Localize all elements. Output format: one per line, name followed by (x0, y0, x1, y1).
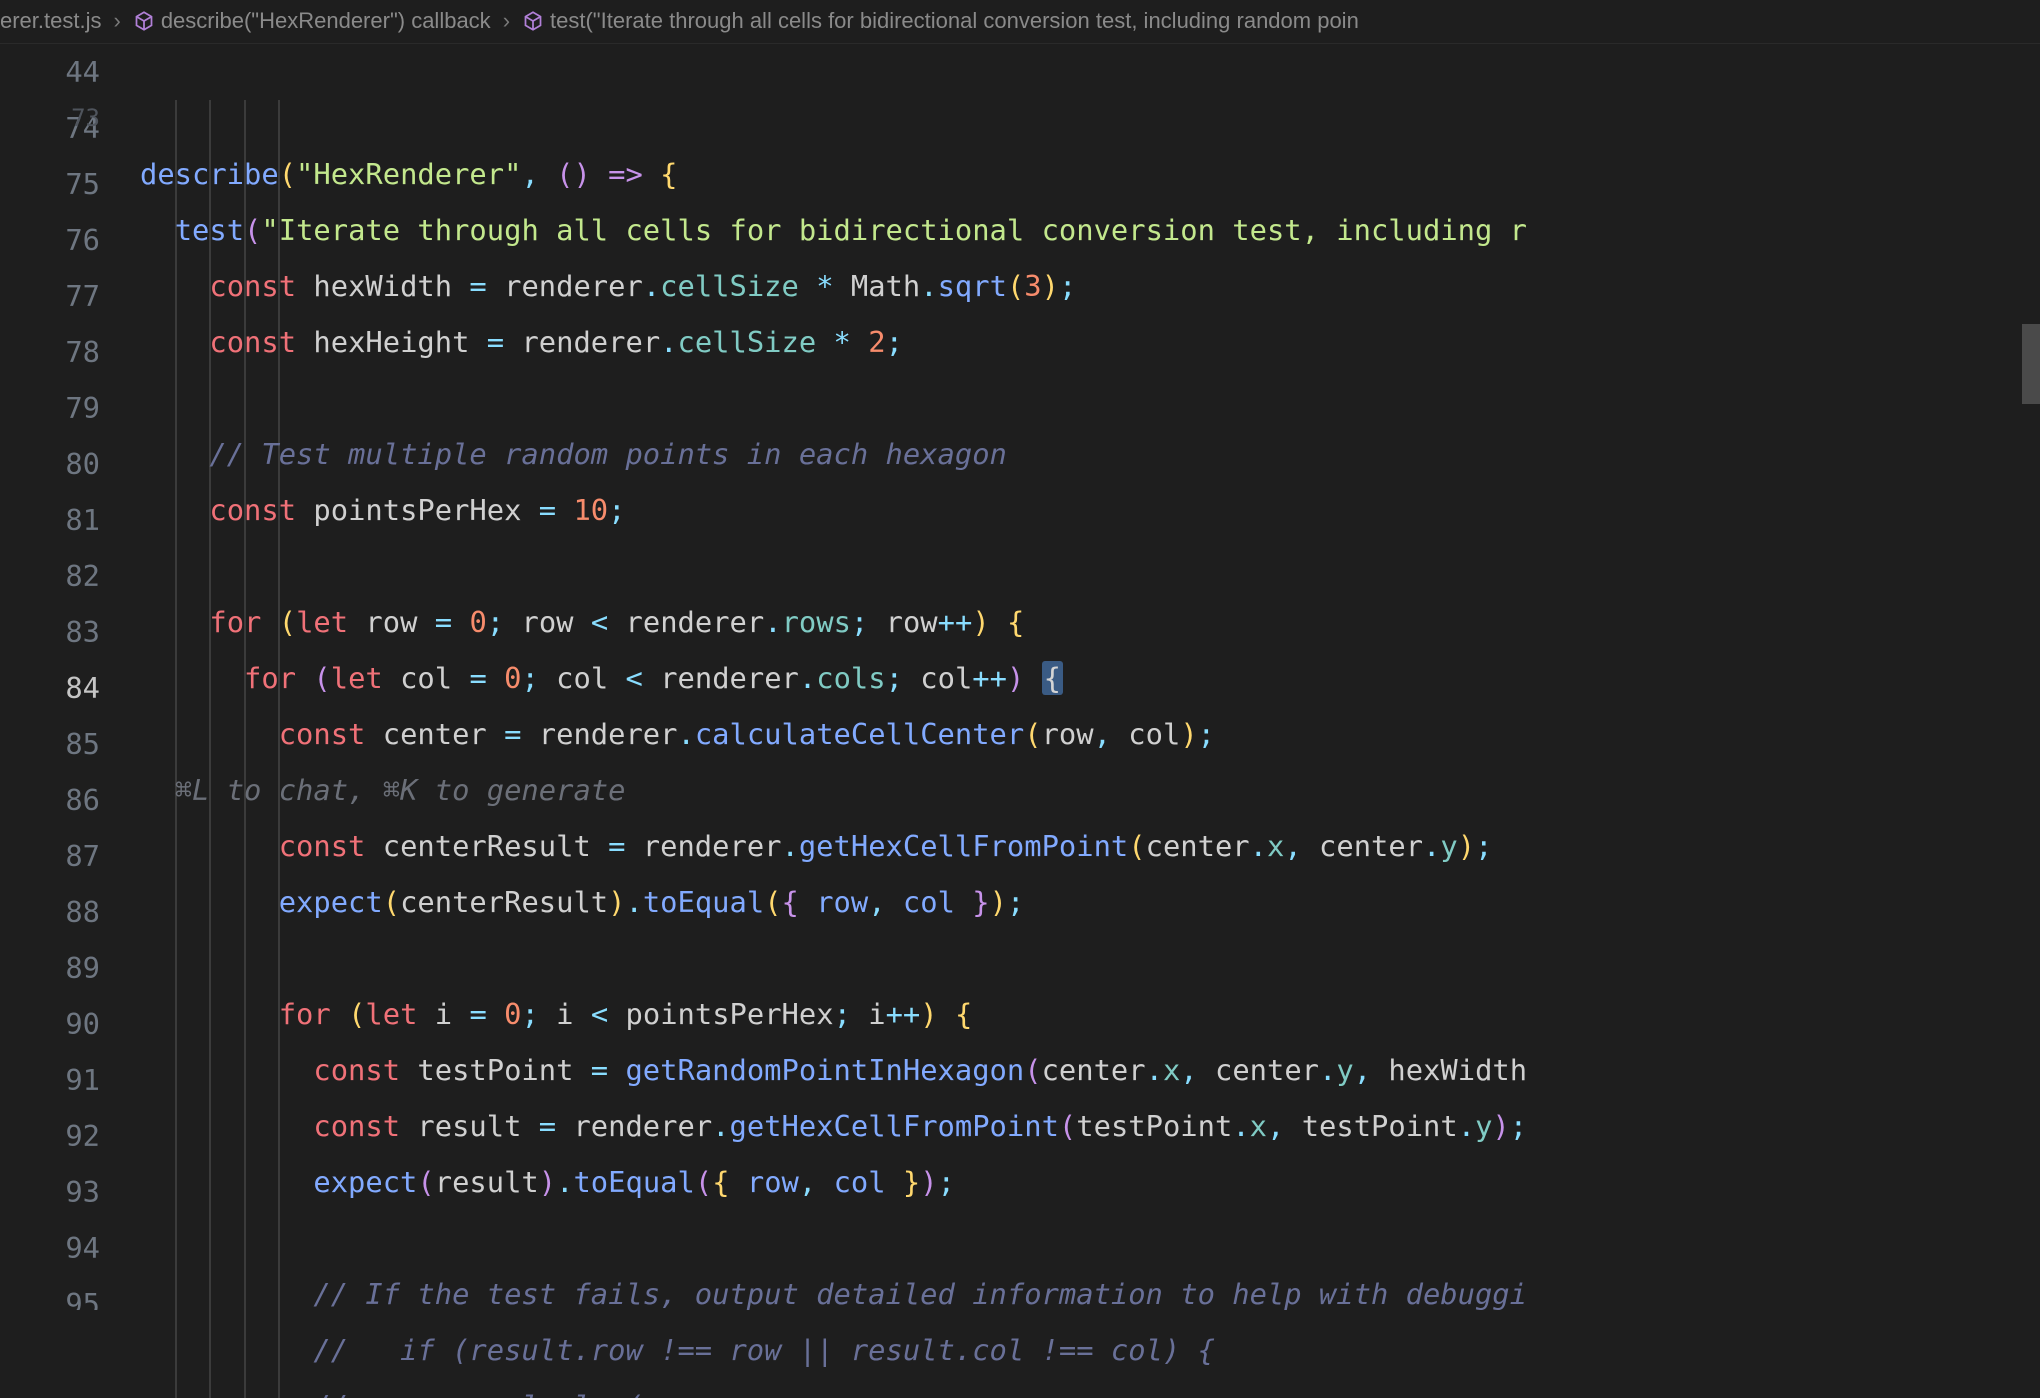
line-number: 86 (0, 772, 100, 828)
code-line[interactable]: // console.log( (140, 1378, 2040, 1398)
code-line[interactable]: // if (result.row !== row || result.col … (140, 1322, 2040, 1378)
scrollbar-thumb[interactable] (2022, 324, 2040, 404)
line-number: 93 (0, 1164, 100, 1220)
code-line[interactable]: const pointsPerHex = 10; (140, 482, 2040, 538)
line-number: 90 (0, 996, 100, 1052)
line-number: 92 (0, 1108, 100, 1164)
line-number: 87 (0, 828, 100, 884)
code-line[interactable]: expect(result).toEqual({ row, col }); (140, 1154, 2040, 1210)
breadcrumb-label: describe("HexRenderer") callback (161, 8, 491, 34)
method-icon (522, 10, 544, 32)
code-area[interactable]: describe("HexRenderer", () => { test("It… (140, 44, 2040, 1398)
chevron-right-icon: › (499, 8, 514, 34)
line-number: 78 (0, 324, 100, 380)
code-line[interactable]: const testPoint = getRandomPointInHexago… (140, 1042, 2040, 1098)
code-line[interactable] (140, 538, 2040, 594)
line-number: 94 (0, 1220, 100, 1276)
line-number: 89 (0, 940, 100, 996)
code-line[interactable] (140, 370, 2040, 426)
line-number: 44 (0, 44, 100, 100)
code-line[interactable]: // Test multiple random points in each h… (140, 426, 2040, 482)
minimap-scrollbar[interactable] (2022, 44, 2040, 1398)
code-line[interactable]: for (let col = 0; col < renderer.cols; c… (140, 650, 2040, 706)
breadcrumb-label: test("Iterate through all cells for bidi… (550, 8, 1359, 34)
line-number: 83 (0, 604, 100, 660)
code-line[interactable]: const hexWidth = renderer.cellSize * Mat… (140, 258, 2040, 314)
code-line[interactable]: test("Iterate through all cells for bidi… (140, 202, 2040, 258)
line-number: 95 (0, 1276, 100, 1310)
line-number: 81 (0, 492, 100, 548)
line-number: 85 (0, 716, 100, 772)
code-line[interactable]: const hexHeight = renderer.cellSize * 2; (140, 314, 2040, 370)
code-line[interactable]: const result = renderer.getHexCellFromPo… (140, 1098, 2040, 1154)
breadcrumb[interactable]: erer.test.js › describe("HexRenderer") c… (0, 0, 2040, 44)
method-icon (133, 10, 155, 32)
code-line[interactable]: for (let row = 0; row < renderer.rows; r… (140, 594, 2040, 650)
code-line[interactable]: const centerResult = renderer.getHexCell… (140, 818, 2040, 874)
line-number: 75 (0, 156, 100, 212)
line-number: 76 (0, 212, 100, 268)
code-line[interactable]: ⌘L to chat, ⌘K to generate (140, 762, 2040, 818)
line-number: 82 (0, 548, 100, 604)
breadcrumb-file[interactable]: erer.test.js (0, 8, 101, 34)
breadcrumb-scope[interactable]: describe("HexRenderer") callback (133, 8, 491, 34)
line-number: 84 (0, 660, 100, 716)
line-number: 80 (0, 436, 100, 492)
line-number-gutter[interactable]: 4473747576777879808182838485868788899091… (0, 44, 140, 1398)
breadcrumb-label: erer.test.js (0, 8, 101, 34)
code-line[interactable]: // If the test fails, output detailed in… (140, 1266, 2040, 1322)
line-number: 79 (0, 380, 100, 436)
line-number: 91 (0, 1052, 100, 1108)
code-line[interactable]: describe("HexRenderer", () => { (140, 146, 2040, 202)
code-line[interactable]: const center = renderer.calculateCellCen… (140, 706, 2040, 762)
line-number: 77 (0, 268, 100, 324)
code-line[interactable]: for (let i = 0; i < pointsPerHex; i++) { (140, 986, 2040, 1042)
code-line[interactable] (140, 930, 2040, 986)
code-editor[interactable]: 4473747576777879808182838485868788899091… (0, 44, 2040, 1398)
code-line[interactable] (140, 1210, 2040, 1266)
code-line[interactable]: expect(centerResult).toEqual({ row, col … (140, 874, 2040, 930)
breadcrumb-scope[interactable]: test("Iterate through all cells for bidi… (522, 8, 1359, 34)
chevron-right-icon: › (109, 8, 124, 34)
line-number: 88 (0, 884, 100, 940)
